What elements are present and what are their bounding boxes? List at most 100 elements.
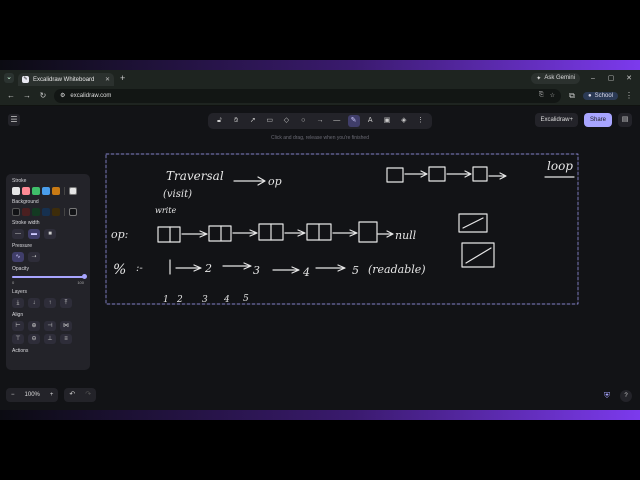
hand-icon[interactable]: ✋︎	[230, 115, 242, 127]
browser-menu-icon[interactable]: ⋮	[624, 91, 634, 100]
redo-button[interactable]: ↷	[80, 388, 96, 402]
arrow-icon[interactable]: →	[314, 115, 326, 127]
undo-button[interactable]: ↶	[64, 388, 80, 402]
bookmark-star-icon[interactable]: ☆	[550, 92, 555, 99]
more-tools-icon[interactable]: ⋮	[415, 115, 427, 127]
main-menu-button[interactable]: ☰	[8, 114, 20, 126]
line-icon[interactable]: —	[331, 115, 343, 127]
bring-to-front-icon[interactable]: ⤒	[60, 298, 72, 308]
zoom-out-button[interactable]: −	[6, 388, 20, 402]
pressure-fixed-icon[interactable]: ➝	[28, 252, 40, 262]
bring-forward-icon[interactable]: ↑	[44, 298, 56, 308]
pressure-variable-icon[interactable]: ∿	[12, 252, 24, 262]
layer-buttons: ⤓ ↓ ↑ ⤒	[12, 298, 84, 308]
align-right-icon[interactable]: ⊣	[44, 321, 56, 331]
bottom-num-3: 3	[202, 295, 208, 305]
stroke-width-thin[interactable]: —	[12, 229, 24, 239]
selection-icon[interactable]: ➚	[247, 115, 259, 127]
site-info-icon[interactable]: ⚙︎	[60, 92, 65, 99]
back-icon[interactable]: ←	[6, 91, 16, 100]
stroke-current-color[interactable]	[69, 187, 77, 195]
tab-search-button[interactable]: ⌄	[4, 73, 14, 83]
text-icon[interactable]: A	[364, 115, 376, 127]
traversal-text: Traversal	[166, 169, 224, 183]
address-bar[interactable]: ⚙︎ excalidraw.com ⎘ ☆	[54, 88, 562, 103]
num-4: 4	[302, 266, 310, 279]
link-arrow	[377, 230, 394, 238]
align-left-icon[interactable]: ⊢	[12, 321, 24, 331]
link-arrow	[232, 229, 258, 237]
opacity-label: Opacity	[12, 266, 29, 272]
forward-icon[interactable]: →	[22, 91, 32, 100]
zoom-level[interactable]: 100%	[20, 388, 45, 402]
pencil-icon[interactable]: ✎	[347, 115, 360, 127]
tab-strip: ⌄ ✎ Excalidraw Whiteboard ✕ + ✦ Ask Gemi…	[0, 70, 640, 86]
close-window-button[interactable]: ✕	[624, 74, 634, 82]
link-arrow	[404, 170, 428, 178]
shapes-toolbar: 🔓︎ ✋︎ ➚ ▭ ◇ ○ → — ✎ A ▣ ◈ ⋮	[208, 113, 432, 129]
stroke-width-bold[interactable]: ▬	[28, 229, 40, 239]
num-3: 3	[253, 264, 260, 277]
new-tab-button[interactable]: +	[120, 73, 125, 83]
stroke-label: Stroke	[12, 178, 27, 184]
node-box	[157, 226, 181, 243]
align-top-icon[interactable]: ⊤	[12, 334, 24, 344]
stroke-swatch[interactable]	[52, 187, 60, 195]
stroke-swatch[interactable]	[12, 187, 20, 195]
align-center-h-icon[interactable]: ⊕	[28, 321, 40, 331]
ask-gemini-button[interactable]: ✦ Ask Gemini	[531, 72, 580, 84]
distribute-h-icon[interactable]: ⋈	[60, 321, 72, 331]
background-swatch[interactable]	[42, 208, 50, 216]
extensions-icon[interactable]: ⧉	[567, 91, 577, 101]
stroke-swatch[interactable]	[42, 187, 50, 195]
background-swatch[interactable]	[52, 208, 60, 216]
close-tab-icon[interactable]: ✕	[105, 76, 110, 83]
layers-label: Layers	[12, 289, 28, 295]
stroke-swatch[interactable]	[32, 187, 40, 195]
active-tab[interactable]: ✎ Excalidraw Whiteboard ✕	[18, 73, 114, 86]
maximize-button[interactable]: ▢	[606, 74, 616, 82]
opacity-slider-knob[interactable]	[82, 274, 87, 279]
node-box	[428, 166, 446, 182]
rectangle-icon[interactable]: ▭	[264, 115, 276, 127]
shield-icon[interactable]: ⛨	[602, 391, 612, 401]
background-current-color[interactable]	[69, 208, 77, 216]
opacity-slider[interactable]	[12, 274, 87, 279]
send-to-back-icon[interactable]: ⤓	[12, 298, 24, 308]
background-swatch[interactable]	[12, 208, 20, 216]
library-icon[interactable]: ▤	[618, 113, 632, 127]
eraser-icon[interactable]: ◈	[398, 115, 410, 127]
excalidraw-favicon-icon: ✎	[22, 76, 29, 83]
gemini-icon: ✦	[536, 75, 542, 82]
profile-button[interactable]: ● School	[583, 91, 618, 100]
background-swatch[interactable]	[32, 208, 40, 216]
zoom-in-button[interactable]: +	[45, 388, 59, 402]
excalidraw-app: Traversal op (visit) write op: null loop…	[0, 106, 640, 410]
distribute-v-icon[interactable]: ≡	[60, 334, 72, 344]
install-app-icon[interactable]: ⎘	[539, 92, 544, 99]
readable-text: (readable)	[368, 263, 426, 276]
loop-text: loop	[547, 159, 573, 173]
align-bottom-icon[interactable]: ⊥	[44, 334, 56, 344]
excalidraw-plus-button[interactable]: Excalidraw+	[535, 113, 578, 127]
drawing-canvas[interactable]: Traversal op (visit) write op: null loop…	[0, 106, 640, 410]
help-button[interactable]: ?	[620, 390, 632, 402]
opacity-max: 100	[77, 280, 84, 285]
ellipse-icon[interactable]: ○	[297, 115, 309, 127]
image-icon[interactable]: ▣	[381, 115, 393, 127]
reload-icon[interactable]: ↻	[38, 91, 48, 100]
stroke-swatch[interactable]	[22, 187, 30, 195]
align-center-v-icon[interactable]: ⊖	[28, 334, 40, 344]
background-swatch[interactable]	[22, 208, 30, 216]
stroke-width-extra-bold[interactable]: ■	[44, 229, 56, 239]
traversal-arrow	[233, 176, 266, 186]
background-swatches	[12, 208, 84, 216]
minimize-button[interactable]: –	[588, 75, 598, 82]
lock-icon[interactable]: 🔓︎	[213, 115, 225, 127]
diamond-icon[interactable]: ◇	[280, 115, 292, 127]
bottom-num-5: 5	[243, 294, 249, 304]
send-backward-icon[interactable]: ↓	[28, 298, 40, 308]
link-arrow	[181, 230, 208, 238]
share-button[interactable]: Share	[583, 113, 612, 127]
pressure-label: Pressure	[12, 243, 33, 249]
